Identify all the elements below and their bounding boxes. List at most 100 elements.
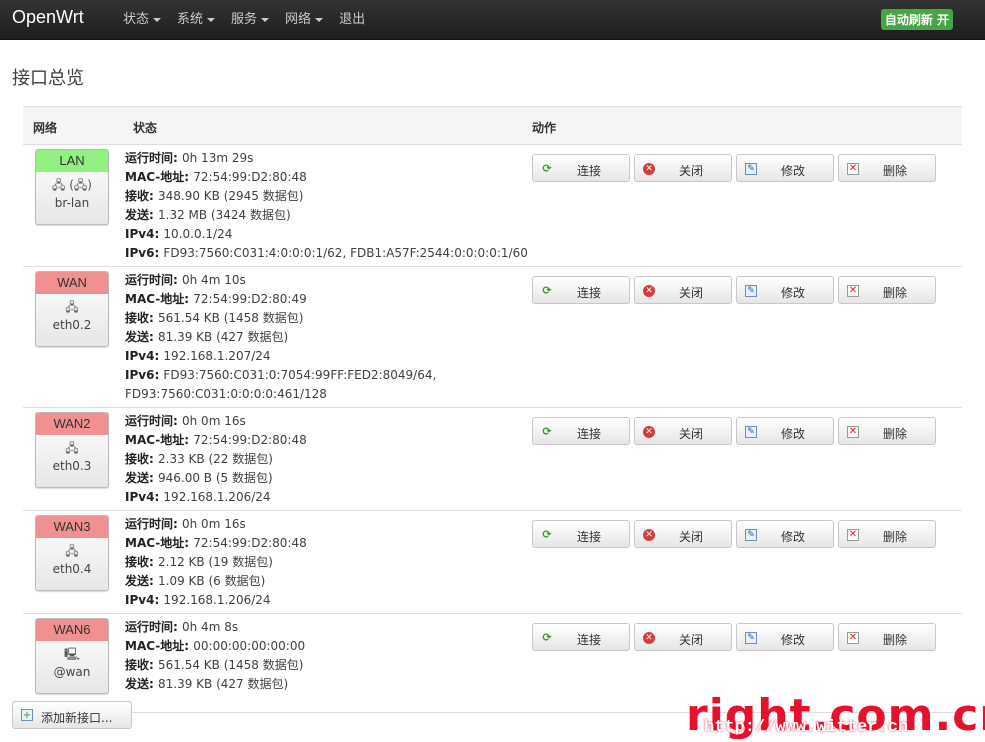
status-line-mac: MAC-地址: 72:54:99:D2:80:48 bbox=[125, 170, 307, 184]
connect-button[interactable]: ⟳ 连接 bbox=[532, 154, 630, 182]
top-navbar: OpenWrt 状态 系统 服务 网络 退出 自动刷新 开 bbox=[0, 0, 985, 40]
status-label: 发送 bbox=[125, 574, 150, 588]
edit-label: 修改 bbox=[780, 633, 805, 647]
edit-button[interactable]: ✎ 修改 bbox=[736, 276, 834, 304]
caret-down-icon bbox=[315, 17, 324, 22]
table-row: LAN 🖧 (🖧) br-lan 运行时间: 0h 13m 29s MAC-地址: 72… bbox=[23, 145, 962, 267]
add-icon: + bbox=[21, 709, 33, 721]
edit-button[interactable]: ✎ 修改 bbox=[736, 417, 834, 445]
caret-down-icon bbox=[261, 17, 270, 22]
shutdown-button[interactable]: ✕ 关闭 bbox=[634, 417, 732, 445]
connect-label: 连接 bbox=[576, 633, 601, 647]
status-line-ipv4: IPv4: 192.168.1.206/24 bbox=[125, 490, 271, 504]
connect-button[interactable]: ⟳ 连接 bbox=[532, 623, 630, 651]
status-value: 192.168.1.207/24 bbox=[163, 349, 271, 363]
status-value: 72:54:99:D2:80:48 bbox=[193, 170, 307, 184]
connect-button[interactable]: ⟳ 连接 bbox=[532, 417, 630, 445]
delete-label: 删除 bbox=[882, 164, 907, 178]
delete-button[interactable]: ✕ 删除 bbox=[838, 623, 936, 651]
header-network: 网络 bbox=[33, 121, 58, 135]
status-label: MAC-地址 bbox=[125, 433, 185, 447]
status-line-rx: 接收: 561.54 KB (1458 数据包) bbox=[125, 311, 304, 325]
delete-label: 删除 bbox=[882, 427, 907, 441]
status-label: IPv4 bbox=[125, 227, 155, 241]
menu-item-2[interactable]: 服务 bbox=[223, 0, 277, 39]
connect-button[interactable]: ⟳ 连接 bbox=[532, 276, 630, 304]
status-label: IPv4 bbox=[125, 593, 155, 607]
network-port-icon: 🖧 bbox=[65, 544, 79, 558]
interface-badge[interactable]: LAN 🖧 (🖧) br-lan bbox=[35, 149, 109, 225]
shutdown-label: 关闭 bbox=[678, 530, 703, 544]
interface-badge[interactable]: WAN2 🖧 eth0.3 bbox=[35, 412, 109, 488]
shutdown-button[interactable]: ✕ 关闭 bbox=[634, 276, 732, 304]
status-line-rx: 接收: 2.12 KB (19 数据包) bbox=[125, 555, 273, 569]
menu-item-4[interactable]: 退出 bbox=[331, 0, 373, 39]
caret-down-icon bbox=[207, 17, 216, 22]
interface-device: eth0.4 bbox=[52, 562, 92, 576]
edit-button[interactable]: ✎ 修改 bbox=[736, 154, 834, 182]
network-port-icon: 🖧 bbox=[65, 441, 79, 455]
shutdown-button[interactable]: ✕ 关闭 bbox=[634, 520, 732, 548]
status-label: MAC-地址 bbox=[125, 639, 185, 653]
status-value: FD93:7560:C031:0:7054:99FF:FED2:8049/64, bbox=[163, 368, 437, 382]
status-value: 2.33 KB (22 数据包) bbox=[158, 452, 273, 466]
status-line-ipv4: IPv4: 192.168.1.207/24 bbox=[125, 349, 271, 363]
interface-name: WAN2 bbox=[36, 413, 108, 435]
menu-item-0[interactable]: 状态 bbox=[115, 0, 169, 39]
edit-button[interactable]: ✎ 修改 bbox=[736, 520, 834, 548]
status-value: 0h 0m 16s bbox=[182, 517, 246, 531]
delete-button[interactable]: ✕ 删除 bbox=[838, 154, 936, 182]
status-line-ipv6: IPv6: FD93:7560:C031:0:7054:99FF:FED2:80… bbox=[125, 368, 437, 382]
delete-button[interactable]: ✕ 删除 bbox=[838, 417, 936, 445]
connect-label: 连接 bbox=[576, 427, 601, 441]
auto-refresh-toggle[interactable]: 自动刷新 开 bbox=[880, 9, 953, 30]
status-line-uptime: 运行时间: 0h 13m 29s bbox=[125, 151, 254, 165]
status-line-rx: 接收: 2.33 KB (22 数据包) bbox=[125, 452, 273, 466]
status-line-tx: 发送: 1.32 MB (3424 数据包) bbox=[125, 208, 291, 222]
status-line-uptime: 运行时间: 0h 4m 10s bbox=[125, 273, 246, 287]
add-interface-button[interactable]: + 添加新接口... bbox=[12, 701, 132, 729]
interface-badge[interactable]: WAN6 🖳 @wan bbox=[35, 618, 109, 694]
interface-actions: ⟳ 连接 ✕ 关闭 ✎ 修改 ✕ 删除 bbox=[532, 623, 936, 651]
status-label: IPv4 bbox=[125, 490, 155, 504]
shutdown-button[interactable]: ✕ 关闭 bbox=[634, 154, 732, 182]
edit-label: 修改 bbox=[780, 164, 805, 178]
shutdown-button[interactable]: ✕ 关闭 bbox=[634, 623, 732, 651]
status-line-rx: 接收: 348.90 KB (2945 数据包) bbox=[125, 189, 304, 203]
status-label: 接收 bbox=[125, 189, 150, 203]
connect-button[interactable]: ⟳ 连接 bbox=[532, 520, 630, 548]
menu-item-3[interactable]: 网络 bbox=[277, 0, 331, 39]
edit-button[interactable]: ✎ 修改 bbox=[736, 623, 834, 651]
status-line-tx: 发送: 946.00 B (5 数据包) bbox=[125, 471, 273, 485]
status-value: 0h 4m 10s bbox=[182, 273, 246, 287]
interface-badge[interactable]: WAN3 🖧 eth0.4 bbox=[35, 515, 109, 591]
page-title: 接口总览 bbox=[12, 68, 84, 89]
status-value: 946.00 B (5 数据包) bbox=[158, 471, 273, 485]
status-label: 接收 bbox=[125, 555, 150, 569]
status-value: 192.168.1.206/24 bbox=[163, 490, 271, 504]
status-label: 发送 bbox=[125, 471, 150, 485]
shutdown-label: 关闭 bbox=[678, 164, 703, 178]
status-label: MAC-地址 bbox=[125, 536, 185, 550]
caret-down-icon bbox=[153, 17, 162, 22]
main-menu: 状态 系统 服务 网络 退出 bbox=[115, 0, 373, 39]
status-value: 72:54:99:D2:80:49 bbox=[193, 292, 307, 306]
table-row: WAN 🖧 eth0.2 运行时间: 0h 4m 10s MAC-地址: 72:54:9… bbox=[23, 267, 962, 408]
brand-logo[interactable]: OpenWrt bbox=[12, 7, 84, 28]
header-actions: 动作 bbox=[532, 121, 557, 135]
interface-name: WAN6 bbox=[36, 619, 108, 641]
interface-badge[interactable]: WAN 🖧 eth0.2 bbox=[35, 271, 109, 347]
status-line-ipv4: IPv4: 192.168.1.206/24 bbox=[125, 593, 271, 607]
delete-button[interactable]: ✕ 删除 bbox=[838, 276, 936, 304]
menu-item-1[interactable]: 系统 bbox=[169, 0, 223, 39]
status-label: 运行时间 bbox=[125, 151, 174, 165]
watermark-url: http://www.witter.cn bbox=[704, 718, 909, 737]
status-label: IPv6 bbox=[125, 368, 155, 382]
status-line-mac: MAC-地址: 00:00:00:00:00:00 bbox=[125, 639, 306, 653]
status-label: MAC-地址 bbox=[125, 170, 185, 184]
delete-button[interactable]: ✕ 删除 bbox=[838, 520, 936, 548]
interface-actions: ⟳ 连接 ✕ 关闭 ✎ 修改 ✕ 删除 bbox=[532, 417, 936, 445]
header-status: 状态 bbox=[133, 121, 158, 135]
interface-status: 运行时间: 0h 4m 8s MAC-地址: 00:00:00:00:00:00 接… bbox=[125, 618, 305, 694]
status-label: 运行时间 bbox=[125, 273, 174, 287]
